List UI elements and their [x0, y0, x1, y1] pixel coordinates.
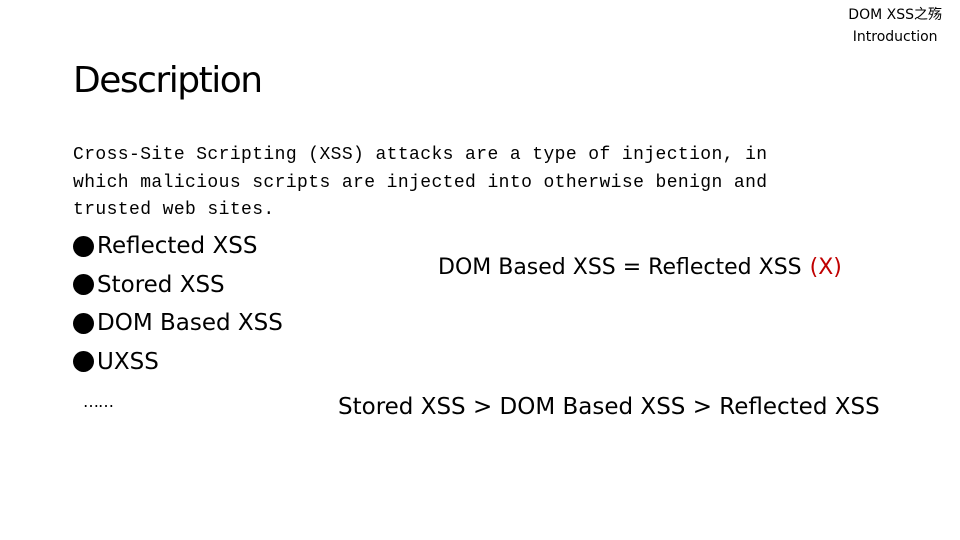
equation-text: DOM Based XSS = Reflected XSS	[438, 255, 802, 280]
equation-statement: DOM Based XSS = Reflected XSS (X)	[438, 255, 842, 280]
wrong-mark: (X)	[809, 255, 842, 280]
header-title: DOM XSS之殇	[848, 7, 942, 23]
slide-header: DOM XSS之殇 Introduction	[848, 5, 942, 47]
bullet-label: Reflected XSS	[97, 233, 258, 259]
bullet-item: UXSS	[73, 343, 283, 382]
bullet-label: DOM Based XSS	[97, 310, 283, 336]
comparison-statement: Stored XSS > DOM Based XSS > Reflected X…	[338, 394, 880, 420]
bullet-list: Reflected XSS Stored XSS DOM Based XSS U…	[73, 227, 283, 422]
ellipsis: ……	[83, 392, 114, 411]
bullet-dot-icon	[73, 274, 94, 296]
bullet-dot-icon	[73, 235, 94, 257]
bullet-dot-icon	[73, 351, 94, 373]
bullet-label: UXSS	[97, 348, 159, 375]
description-text: Cross-Site Scripting (XSS) attacks are a…	[73, 145, 768, 220]
bullet-item: Stored XSS	[73, 266, 283, 305]
bullet-label: Stored XSS	[97, 271, 225, 298]
bullet-item: DOM Based XSS	[73, 304, 283, 343]
header-subtitle: Introduction	[852, 29, 938, 45]
bullet-dot-icon	[73, 312, 94, 334]
slide-title: Description	[73, 60, 263, 101]
bullet-item: Reflected XSS	[73, 227, 283, 266]
